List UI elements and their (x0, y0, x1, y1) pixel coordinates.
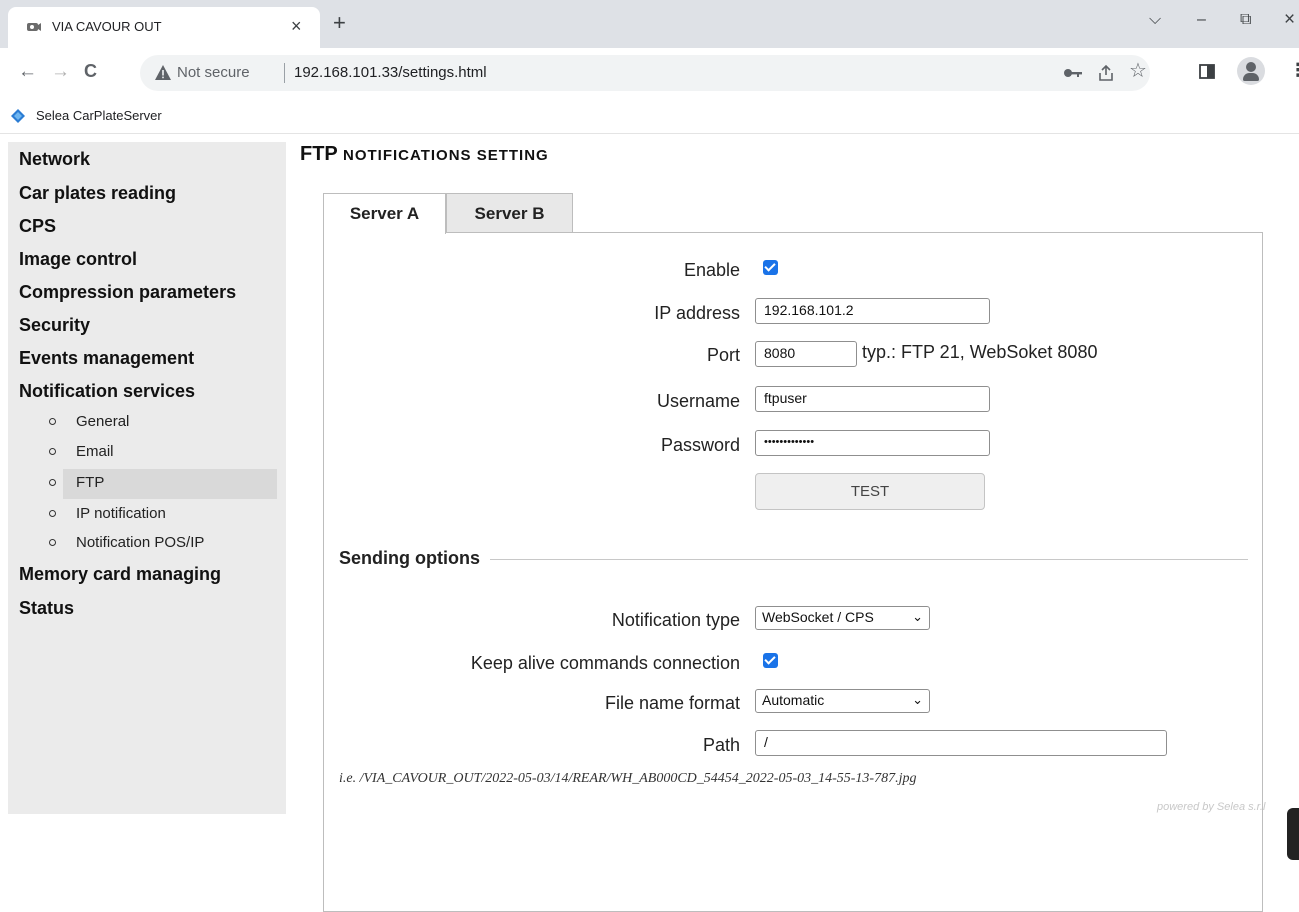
test-button[interactable]: TEST (755, 473, 985, 510)
keep-alive-checkbox[interactable] (763, 653, 778, 668)
file-name-format-value: Automatic (762, 692, 825, 708)
menu-icon[interactable]: ⋮ (1289, 61, 1299, 79)
submenu-label: Email (76, 443, 114, 460)
bullet-icon (49, 479, 56, 486)
menu-notification-services[interactable]: Notification services (19, 381, 195, 402)
tab-server-a[interactable]: Server A (323, 193, 446, 234)
file-name-format-select[interactable]: Automatic ⌄ (755, 689, 930, 713)
file-name-format-label: File name format (604, 693, 740, 713)
chevron-down-icon: ⌄ (912, 692, 923, 707)
menu-car-plates-reading[interactable]: Car plates reading (19, 183, 176, 204)
chevron-down-icon: ⌄ (912, 609, 923, 624)
ip-address-input[interactable]: 192.168.101.2 (755, 298, 990, 324)
warning-icon (155, 65, 171, 80)
submenu-general[interactable]: General (49, 408, 277, 438)
server-settings-panel (323, 232, 1263, 912)
close-window-button[interactable]: × (1284, 10, 1295, 29)
tab-server-b[interactable]: Server B (446, 193, 573, 233)
bullet-icon (49, 510, 56, 517)
url-text[interactable]: 192.168.101.33/settings.html (294, 64, 487, 81)
submenu-label: General (76, 413, 130, 430)
star-icon[interactable]: ☆ (1129, 61, 1147, 81)
menu-image-control[interactable]: Image control (19, 249, 137, 270)
submenu-label: FTP (76, 474, 105, 491)
browser-tabstrip: VIA CAVOUR OUT × + ⌵ – ⧉ × (0, 0, 1299, 48)
forward-button[interactable]: → (51, 62, 70, 81)
password-label: Password (660, 435, 740, 455)
submenu-label: Notification POS/IP (76, 534, 205, 551)
menu-network[interactable]: Network (19, 149, 90, 170)
bookmark-label: Selea CarPlateServer (36, 108, 162, 123)
selea-logo-icon (11, 109, 25, 123)
camera-favicon-icon (27, 23, 41, 31)
bullet-icon (49, 448, 56, 455)
menu-events-management[interactable]: Events management (19, 348, 194, 369)
menu-memory-card-managing[interactable]: Memory card managing (19, 564, 221, 585)
submenu-ftp[interactable]: FTP (49, 469, 277, 499)
browser-toolbar: ← → C Not secure 192.168.101.33/settings… (0, 48, 1299, 98)
enable-checkbox[interactable] (763, 260, 778, 275)
side-panel-icon[interactable] (1199, 64, 1215, 79)
password-input[interactable]: ••••••••••••• (755, 430, 990, 456)
bullet-icon (49, 418, 56, 425)
reload-button[interactable]: C (84, 62, 97, 80)
notification-type-value: WebSocket / CPS (762, 609, 874, 625)
back-button[interactable]: ← (18, 62, 37, 81)
omnibox-divider (284, 63, 285, 83)
menu-cps[interactable]: CPS (19, 216, 56, 237)
port-input[interactable]: 8080 (755, 341, 857, 367)
restore-button[interactable]: ⧉ (1240, 12, 1251, 28)
settings-sidebar: Network Car plates reading CPS Image con… (8, 142, 286, 814)
bookmarks-bar: Selea CarPlateServer (0, 98, 1299, 134)
submenu-email[interactable]: Email (49, 438, 277, 468)
browser-tab[interactable]: VIA CAVOUR OUT × (8, 7, 320, 48)
security-status[interactable]: Not secure (177, 64, 250, 81)
path-label: Path (702, 735, 740, 755)
share-icon[interactable] (1097, 64, 1115, 82)
tab-close-icon[interactable]: × (291, 16, 302, 37)
address-bar[interactable]: Not secure 192.168.101.33/settings.html … (140, 55, 1150, 91)
path-example: i.e. /VIA_CAVOUR_OUT/2022-05-03/14/REAR/… (339, 771, 917, 786)
path-input[interactable]: / (755, 730, 1167, 756)
port-label: Port (706, 345, 740, 365)
submenu-label: IP notification (76, 505, 166, 522)
username-input[interactable]: ftpuser (755, 386, 990, 412)
tab-title: VIA CAVOUR OUT (52, 19, 162, 34)
notification-type-select[interactable]: WebSocket / CPS ⌄ (755, 606, 930, 630)
minimize-button[interactable]: – (1197, 12, 1206, 28)
ip-address-label: IP address (654, 303, 740, 323)
sending-options-title: Sending options (339, 548, 490, 569)
profile-avatar[interactable] (1237, 57, 1265, 85)
floating-widget-tab[interactable] (1287, 808, 1299, 860)
tab-search-chevron-icon[interactable]: ⌵ (1149, 12, 1161, 28)
port-hint: typ.: FTP 21, WebSoket 8080 (862, 342, 1098, 362)
new-tab-button[interactable]: + (333, 12, 346, 34)
key-icon[interactable] (1063, 66, 1083, 80)
username-label: Username (656, 391, 740, 411)
submenu-notification-pos-ip[interactable]: Notification POS/IP (49, 529, 277, 559)
menu-security[interactable]: Security (19, 315, 90, 336)
page-title: FTP NOTIFICATIONS SETTING (300, 143, 549, 166)
menu-compression-parameters[interactable]: Compression parameters (19, 282, 236, 303)
page-title-prefix: FTP (300, 143, 338, 165)
menu-status[interactable]: Status (19, 598, 74, 619)
submenu-ip-notification[interactable]: IP notification (49, 500, 277, 530)
notification-type-label: Notification type (611, 610, 740, 630)
keep-alive-label: Keep alive commands connection (470, 653, 740, 673)
enable-label: Enable (683, 260, 740, 280)
bullet-icon (49, 539, 56, 546)
page-title-suffix: NOTIFICATIONS SETTING (342, 147, 549, 164)
powered-by: powered by Selea s.r.l (1157, 801, 1266, 813)
